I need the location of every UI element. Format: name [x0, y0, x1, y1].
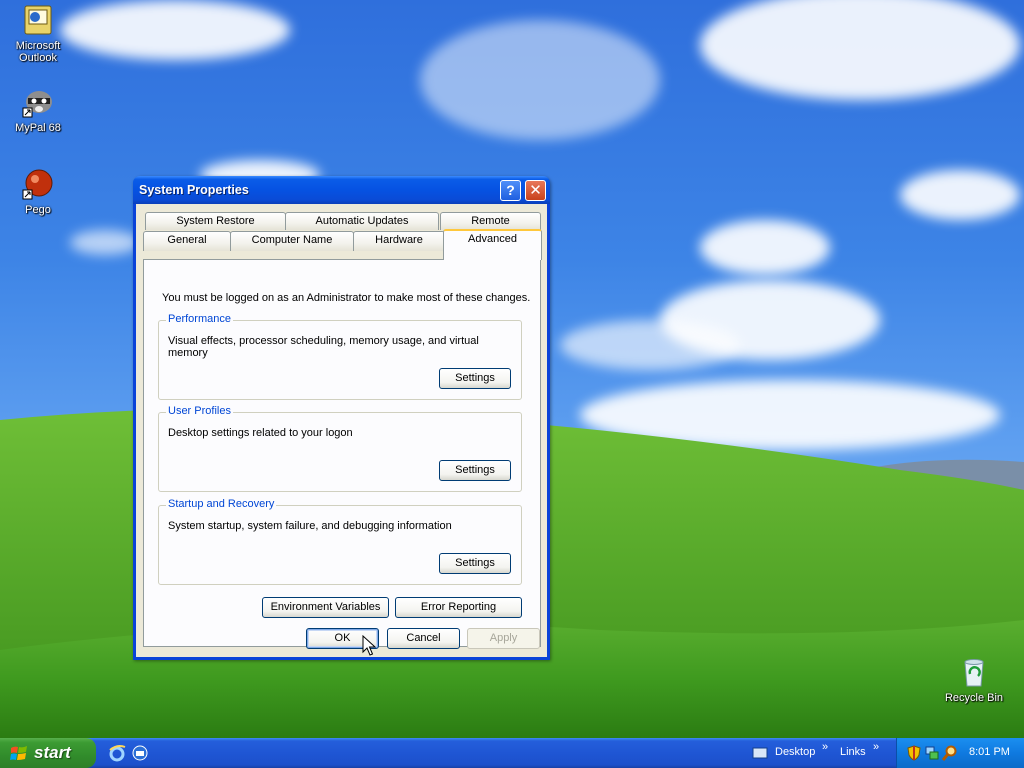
performance-group-title: Performance	[166, 313, 233, 325]
tab-automatic-updates[interactable]: Automatic Updates	[285, 212, 439, 230]
outlook-express-icon[interactable]	[131, 744, 149, 762]
admin-note: You must be logged on as an Administrato…	[162, 292, 531, 304]
close-button[interactable]: ✕	[525, 180, 546, 201]
taskbar: start Desktop » Links » 8:01 PM	[0, 738, 1024, 768]
clock[interactable]: 8:01 PM	[969, 746, 1010, 758]
mouse-cursor-icon	[362, 635, 376, 656]
desktop-toolbar-chevron[interactable]: »	[822, 741, 828, 753]
help-button[interactable]: ?	[500, 180, 521, 201]
outlook-icon	[22, 4, 54, 36]
title-bar[interactable]: System Properties ? ✕	[133, 176, 550, 204]
desktop-icon-label: MyPal 68	[15, 122, 61, 134]
desktop-icon-label: Pego	[25, 204, 51, 216]
tab-system-restore[interactable]: System Restore	[145, 212, 286, 230]
pego-ball-icon	[22, 168, 54, 200]
mypal-raccoon-icon	[22, 86, 54, 118]
error-reporting-button[interactable]: Error Reporting	[395, 597, 522, 618]
links-toolbar-chevron[interactable]: »	[873, 741, 879, 753]
desktop-icon-recycle-bin[interactable]: Recycle Bin	[936, 656, 1012, 704]
startup-recovery-group-title: Startup and Recovery	[166, 498, 277, 510]
tab-general[interactable]: General	[143, 231, 231, 251]
network-icon[interactable]	[925, 745, 939, 761]
start-button[interactable]: start	[0, 738, 96, 768]
performance-settings-button[interactable]: Settings	[439, 368, 511, 389]
links-toolbar-label[interactable]: Links	[840, 746, 866, 758]
startup-recovery-description: System startup, system failure, and debu…	[168, 520, 452, 532]
internet-explorer-icon[interactable]	[108, 744, 126, 762]
desktop-icon-outlook[interactable]: Microsoft Outlook	[0, 4, 76, 64]
performance-description: Visual effects, processor scheduling, me…	[168, 335, 479, 359]
performance-group: Performance Visual effects, processor sc…	[158, 313, 522, 400]
tab-remote[interactable]: Remote	[440, 212, 541, 230]
system-tray: 8:01 PM	[896, 738, 1024, 768]
desktop-icon-pego[interactable]: Pego	[0, 168, 76, 216]
dialog-client-area: System Restore Automatic Updates Remote …	[136, 204, 547, 657]
user-profiles-group-title: User Profiles	[166, 405, 233, 417]
startup-recovery-settings-button[interactable]: Settings	[439, 553, 511, 574]
user-profiles-settings-button[interactable]: Settings	[439, 460, 511, 481]
user-profiles-group: User Profiles Desktop settings related t…	[158, 405, 522, 492]
system-properties-window: System Properties ? ✕ System Restore Aut…	[133, 176, 550, 660]
window-title: System Properties	[139, 183, 249, 197]
tab-computer-name[interactable]: Computer Name	[230, 231, 354, 251]
advanced-tab-page: You must be logged on as an Administrato…	[143, 259, 541, 647]
tab-hardware[interactable]: Hardware	[353, 231, 445, 251]
windows-flag-icon	[10, 746, 27, 760]
search-icon[interactable]	[942, 745, 958, 761]
desktop-toolbar-label[interactable]: Desktop	[775, 746, 815, 758]
apply-button: Apply	[467, 628, 540, 649]
start-label: start	[34, 743, 71, 762]
desktop-icon-mypal[interactable]: MyPal 68	[0, 86, 76, 134]
desktop-icon-label: Recycle Bin	[944, 692, 1004, 704]
user-profiles-description: Desktop settings related to your logon	[168, 427, 353, 439]
recycle-bin-icon	[958, 656, 990, 688]
security-shield-icon[interactable]	[907, 745, 921, 761]
desktop-toolbar-icon	[752, 747, 768, 759]
tab-advanced[interactable]: Advanced	[443, 229, 542, 260]
startup-recovery-group: Startup and Recovery System startup, sys…	[158, 498, 522, 585]
desktop-icon-label: Microsoft Outlook	[15, 40, 61, 64]
environment-variables-button[interactable]: Environment Variables	[262, 597, 389, 618]
cancel-button[interactable]: Cancel	[387, 628, 460, 649]
